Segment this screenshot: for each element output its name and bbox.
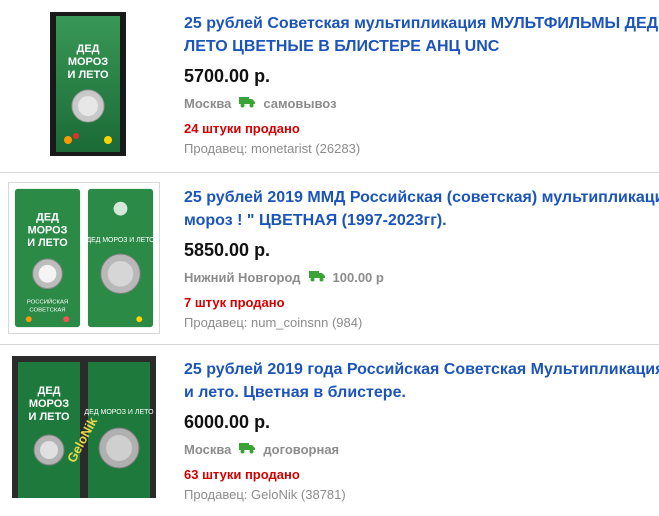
listing-title-line-2[interactable]: ЛЕТО ЦВЕТНЫЕ В БЛИСТЕРЕ АНЦ UNC	[184, 35, 659, 58]
listing-title-line-1[interactable]: 25 рублей 2019 года Российская Советская…	[184, 358, 659, 381]
svg-text:ДЕД: ДЕД	[36, 212, 59, 224]
listing-thumbnail[interactable]: ДЕД МОРОЗ И ЛЕТО	[8, 8, 160, 160]
svg-text:МОРОЗ: МОРОЗ	[29, 398, 69, 410]
listing-location: Москва самовывоз	[184, 96, 659, 112]
listing-item: ДЕД МОРОЗ И ЛЕТО ДЕД МОРОЗ И ЛЕТО GeloNi…	[0, 346, 659, 516]
listing-city: Москва	[184, 442, 232, 457]
svg-text:И ЛЕТО: И ЛЕТО	[67, 69, 108, 81]
listing-info: 25 рублей 2019 года Российская Советская…	[184, 358, 659, 503]
listing-seller: Продавец: num_coinsnn (984)	[184, 315, 659, 331]
listing-delivery: договорная	[263, 442, 340, 457]
listing-location: Москва договорная	[184, 442, 659, 458]
truck-icon	[308, 270, 325, 286]
listing-divider	[0, 172, 659, 173]
svg-text:И ЛЕТО: И ЛЕТО	[28, 411, 69, 423]
seller-rating: (38781)	[300, 487, 346, 502]
listing-price: 5850.00 р.	[184, 240, 271, 260]
seller-name[interactable]: num_coinsnn	[251, 315, 328, 330]
coin-blister-image: ДЕД МОРОЗ И ЛЕТО РОССИЙСКАЯ СОВЕТСКАЯ ДЕ…	[14, 188, 155, 328]
svg-text:ДЕД: ДЕД	[37, 385, 60, 397]
listing-seller: Продавец: monetarist (26283)	[184, 141, 659, 157]
listing-price: 6000.00 р.	[184, 412, 271, 432]
listing-info: 25 рублей Советская мультипликация МУЛЬТ…	[184, 12, 659, 157]
svg-text:ДЕД: ДЕД	[76, 43, 99, 55]
truck-icon	[239, 442, 256, 458]
svg-text:МОРОЗ: МОРОЗ	[28, 224, 68, 236]
svg-text:МОРОЗ: МОРОЗ	[68, 56, 108, 68]
coin-blister-image: ДЕД МОРОЗ И ЛЕТО	[50, 12, 126, 156]
svg-text:ДЕД МОРОЗ И ЛЕТО: ДЕД МОРОЗ И ЛЕТО	[84, 409, 154, 416]
listing-title-line-2[interactable]: мороз ! " ЦВЕТНАЯ (1997-2023гг).	[184, 209, 659, 232]
listing-delivery: самовывоз	[263, 96, 337, 111]
listing-item: ДЕД МОРОЗ И ЛЕТО 25 рублей Советская мул…	[0, 0, 659, 170]
listing-sold-count: 24 штуки продано	[184, 121, 300, 136]
truck-icon	[239, 96, 256, 112]
listing-price: 5700.00 р.	[184, 66, 271, 86]
listing-thumbnail[interactable]: ДЕД МОРОЗ И ЛЕТО РОССИЙСКАЯ СОВЕТСКАЯ ДЕ…	[8, 182, 160, 334]
seller-label: Продавец:	[184, 141, 248, 156]
listing-delivery: 100.00 р	[332, 270, 384, 285]
listing-info: 25 рублей 2019 ММД Российская (советская…	[184, 186, 659, 331]
seller-name[interactable]: GeloNik	[251, 487, 297, 502]
svg-text:РОССИЙСКАЯ: РОССИЙСКАЯ	[27, 297, 68, 305]
seller-label: Продавец:	[184, 315, 248, 330]
listing-divider	[0, 344, 659, 345]
listing-title-line-1[interactable]: 25 рублей 2019 ММД Российская (советская…	[184, 186, 659, 209]
svg-text:ДЕД МОРОЗ И ЛЕТО: ДЕД МОРОЗ И ЛЕТО	[86, 237, 155, 244]
listing-title-line-2[interactable]: и лето. Цветная в блистере.	[184, 381, 659, 404]
listing-sold-count: 63 штуки продано	[184, 467, 300, 482]
svg-text:И ЛЕТО: И ЛЕТО	[27, 237, 67, 249]
listing-city: Нижний Новгород	[184, 270, 301, 285]
listing-seller: Продавец: GeloNik (38781)	[184, 487, 659, 503]
listing-location: Нижний Новгород 100.00 р	[184, 270, 659, 286]
listing-city: Москва	[184, 96, 232, 111]
svg-text:СОВЕТСКАЯ: СОВЕТСКАЯ	[29, 307, 65, 313]
seller-rating: (26283)	[315, 141, 361, 156]
coin-blister-image: ДЕД МОРОЗ И ЛЕТО ДЕД МОРОЗ И ЛЕТО GeloNi…	[12, 356, 156, 498]
listing-item: ДЕД МОРОЗ И ЛЕТО РОССИЙСКАЯ СОВЕТСКАЯ ДЕ…	[0, 174, 659, 344]
listing-sold-count: 7 штук продано	[184, 295, 285, 310]
seller-name[interactable]: monetarist	[251, 141, 312, 156]
listing-thumbnail[interactable]: ДЕД МОРОЗ И ЛЕТО ДЕД МОРОЗ И ЛЕТО GeloNi…	[8, 354, 160, 506]
listing-title-line-1[interactable]: 25 рублей Советская мультипликация МУЛЬТ…	[184, 12, 659, 35]
seller-label: Продавец:	[184, 487, 248, 502]
seller-rating: (984)	[331, 315, 363, 330]
